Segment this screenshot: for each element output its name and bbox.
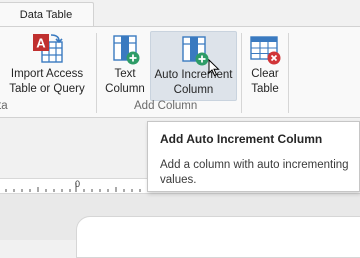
- auto-increment-column-button[interactable]: Auto Increment Column: [150, 31, 237, 101]
- clear-table-button[interactable]: Clear Table: [245, 31, 285, 101]
- document-page[interactable]: [76, 216, 360, 258]
- tab-data-table[interactable]: Data Table: [0, 2, 94, 27]
- text-column-add-icon: [113, 35, 140, 65]
- import-access-label-line2: Table or Query: [9, 83, 85, 95]
- text-column-button[interactable]: Text Column: [101, 31, 149, 101]
- auto-increment-column-add-icon: [181, 36, 208, 66]
- ribbon-separator: [241, 33, 242, 113]
- group-label-add-column: Add Column: [134, 100, 198, 112]
- clear-table-label-line1: Clear: [251, 68, 279, 80]
- mouse-pointer-icon: [208, 59, 220, 77]
- text-column-label-line2: Column: [105, 83, 145, 95]
- auto-increment-label-line2: Column: [173, 84, 214, 96]
- svg-text:A: A: [36, 36, 46, 51]
- import-access-table-button[interactable]: A Import Access Table or Query: [4, 31, 90, 101]
- tooltip: Add Auto Increment Column Add a column w…: [147, 121, 360, 192]
- clear-table-label-line2: Table: [251, 83, 279, 95]
- import-access-label-line1: Import Access: [10, 68, 84, 80]
- ruler-zero-label: 0: [75, 179, 81, 189]
- auto-increment-label-line1: Auto Increment: [154, 69, 233, 81]
- ribbon-tab-strip: Data Table: [0, 0, 360, 27]
- ribbon-separator: [288, 33, 289, 113]
- ribbon-panel: ta A Import Access Table or Query Text: [0, 26, 360, 118]
- group-label-partial: ta: [0, 100, 8, 112]
- access-import-icon: A: [33, 34, 63, 63]
- tooltip-description: Add a column with auto incrementing valu…: [160, 159, 349, 186]
- clear-table-icon: [250, 36, 281, 65]
- ribbon-separator: [96, 33, 97, 113]
- tooltip-title: Add Auto Increment Column: [160, 132, 323, 146]
- text-column-label-line1: Text: [114, 68, 136, 80]
